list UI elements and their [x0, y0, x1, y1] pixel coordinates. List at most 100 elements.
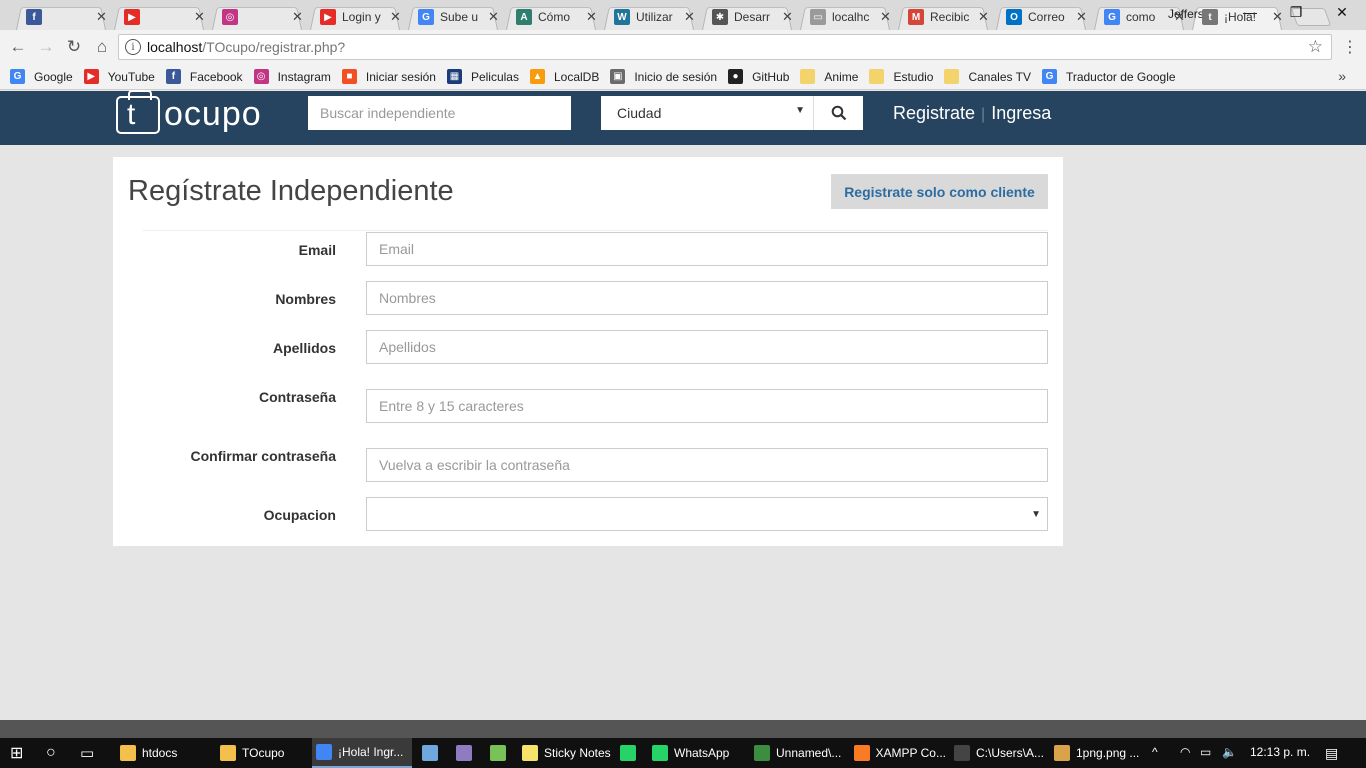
ocupacion-select[interactable]: ▼: [366, 497, 1048, 531]
bookmark-item[interactable]: G Traductor de Google: [1041, 69, 1176, 84]
login-link[interactable]: Ingresa: [991, 103, 1051, 123]
close-tab-icon[interactable]: ✕: [782, 9, 793, 25]
folder-icon: [944, 69, 960, 84]
search-icon: [831, 105, 846, 121]
phpmyadmin-icon: ▲: [529, 69, 545, 84]
notifications-icon[interactable]: ▤: [1325, 745, 1338, 762]
close-tab-icon[interactable]: ✕: [1174, 9, 1185, 25]
close-tab-icon[interactable]: ✕: [586, 9, 597, 25]
address-bar[interactable]: i localhost/TOcupo/registrar.php? ☆: [118, 34, 1332, 60]
apellidos-field[interactable]: Apellidos: [366, 330, 1048, 364]
taskbar-item-label: WhatsApp: [674, 746, 730, 760]
register-link[interactable]: Registrate: [893, 103, 975, 123]
home-icon[interactable]: ⌂: [91, 37, 113, 57]
password-field[interactable]: Entre 8 y 15 caracteres: [366, 389, 1048, 423]
tab-title: como: [1126, 10, 1156, 24]
taskbar-item[interactable]: WhatsApp: [648, 738, 744, 768]
close-tab-icon[interactable]: ✕: [292, 9, 303, 25]
task-view-icon[interactable]: ▭: [80, 738, 94, 768]
taskbar-item[interactable]: TOcupo: [216, 738, 308, 768]
browser-tab[interactable]: W Utilizar ✕: [600, 4, 698, 30]
taskbar-item[interactable]: ¡Hola! Ingr...: [312, 738, 412, 768]
taskbar-item-label: htdocs: [142, 746, 178, 760]
email-label: Email: [298, 242, 336, 258]
forward-icon[interactable]: →: [35, 37, 57, 57]
cortana-icon[interactable]: ○: [46, 738, 56, 768]
nombres-field[interactable]: Nombres: [366, 281, 1048, 315]
bookmark-item[interactable]: Anime: [800, 69, 858, 84]
search-independent-input[interactable]: Buscar independiente: [308, 96, 571, 130]
taskbar-item[interactable]: 1png.png ...: [1050, 738, 1146, 768]
menu-kebab-icon[interactable]: ⋮: [1342, 37, 1358, 57]
close-tab-icon[interactable]: ✕: [1272, 9, 1283, 25]
bookmark-item[interactable]: ▣ Inicio de sesión: [610, 69, 717, 84]
confirm-password-field[interactable]: Vuelva a escribir la contraseña: [366, 448, 1048, 482]
taskbar-item[interactable]: [486, 738, 512, 768]
auth-links: Registrate | Ingresa: [893, 103, 1052, 123]
taskbar-item[interactable]: Unnamed\...: [750, 738, 846, 768]
logo-text: ocupo: [164, 95, 262, 133]
battery-icon[interactable]: ▭: [1200, 745, 1211, 759]
volume-icon[interactable]: 🔈: [1222, 745, 1237, 759]
browser-tab[interactable]: ▭ localhc ✕: [796, 4, 894, 30]
taskbar-item-label: Sticky Notes: [544, 746, 611, 760]
tray-chevron-icon[interactable]: ^: [1152, 745, 1158, 759]
bookmark-item[interactable]: Estudio: [869, 69, 933, 84]
nombres-label: Nombres: [275, 291, 336, 307]
outlook-icon: O: [1006, 9, 1022, 25]
bookmark-item[interactable]: ▦ Peliculas: [446, 69, 519, 84]
close-tab-icon[interactable]: ✕: [390, 9, 401, 25]
taskbar-item[interactable]: Sticky Notes: [518, 738, 614, 768]
close-window-icon[interactable]: ✕: [1319, 4, 1365, 21]
browser-tab[interactable]: M Recibic ✕: [894, 4, 992, 30]
bookmark-item[interactable]: ■ Iniciar sesión: [341, 69, 436, 84]
register-as-client-button[interactable]: Registrate solo como cliente: [831, 174, 1048, 209]
taskbar-item[interactable]: [418, 738, 444, 768]
browser-tab[interactable]: A Cómo ✕: [502, 4, 600, 30]
windows-start-icon[interactable]: ⊞: [10, 738, 23, 768]
close-tab-icon[interactable]: ✕: [488, 9, 499, 25]
city-select[interactable]: Ciudad ▼: [601, 96, 813, 130]
taskbar-item[interactable]: [616, 738, 642, 768]
bookmark-item[interactable]: G Google: [10, 69, 73, 84]
clock[interactable]: 12:13 p. m.: [1250, 745, 1310, 759]
wifi-icon[interactable]: ◠: [1180, 745, 1190, 759]
bookmark-item[interactable]: ◎ Instagram: [253, 69, 331, 84]
search-button[interactable]: [813, 96, 863, 130]
facebook-icon: f: [26, 9, 42, 25]
horizontal-scrollbar[interactable]: [0, 720, 1366, 738]
bookmark-item[interactable]: f Facebook: [165, 69, 243, 84]
site-logo[interactable]: t ocupo: [116, 89, 262, 134]
browser-tab[interactable]: ◎ ✕: [208, 4, 306, 30]
bookmark-item[interactable]: ▶ YouTube: [83, 69, 155, 84]
bookmark-item[interactable]: ▲ LocalDB: [529, 69, 599, 84]
taskbar-item[interactable]: C:\Users\A...: [950, 738, 1046, 768]
close-tab-icon[interactable]: ✕: [880, 9, 891, 25]
windows-taskbar: ⊞ ○ ▭ htdocs TOcupo ¡Hola! Ingr... Sticky N…: [0, 738, 1366, 768]
browser-tab[interactable]: ▶ Login y ✕: [306, 4, 404, 30]
more-bookmarks-icon[interactable]: »: [1338, 68, 1346, 84]
taskbar-item[interactable]: htdocs: [116, 738, 212, 768]
close-tab-icon[interactable]: ✕: [96, 9, 107, 25]
bookmark-item[interactable]: Canales TV: [944, 69, 1031, 84]
confirm-password-label: Confirmar contraseña: [190, 448, 336, 464]
close-tab-icon[interactable]: ✕: [194, 9, 205, 25]
email-field[interactable]: Email: [366, 232, 1048, 266]
close-tab-icon[interactable]: ✕: [684, 9, 695, 25]
browser-tab[interactable]: O Correo ✕: [992, 4, 1090, 30]
browser-tab[interactable]: G Sube u ✕: [404, 4, 502, 30]
reload-icon[interactable]: ↻: [63, 37, 85, 57]
taskbar-item[interactable]: XAMPP Co...: [850, 738, 946, 768]
close-tab-icon[interactable]: ✕: [1076, 9, 1087, 25]
instagram-icon: ◎: [222, 9, 238, 25]
info-icon[interactable]: i: [125, 39, 141, 55]
browser-tab[interactable]: ✱ Desarr ✕: [698, 4, 796, 30]
bookmark-star-icon[interactable]: ☆: [1308, 37, 1323, 57]
bookmark-item[interactable]: ● GitHub: [728, 69, 789, 84]
browser-tab[interactable]: f ✕: [12, 4, 110, 30]
close-tab-icon[interactable]: ✕: [978, 9, 989, 25]
back-icon[interactable]: ←: [7, 37, 29, 57]
taskbar-item[interactable]: [452, 738, 478, 768]
bookmark-label: Inicio de sesión: [634, 69, 718, 84]
browser-tab[interactable]: ▶ ✕: [110, 4, 208, 30]
